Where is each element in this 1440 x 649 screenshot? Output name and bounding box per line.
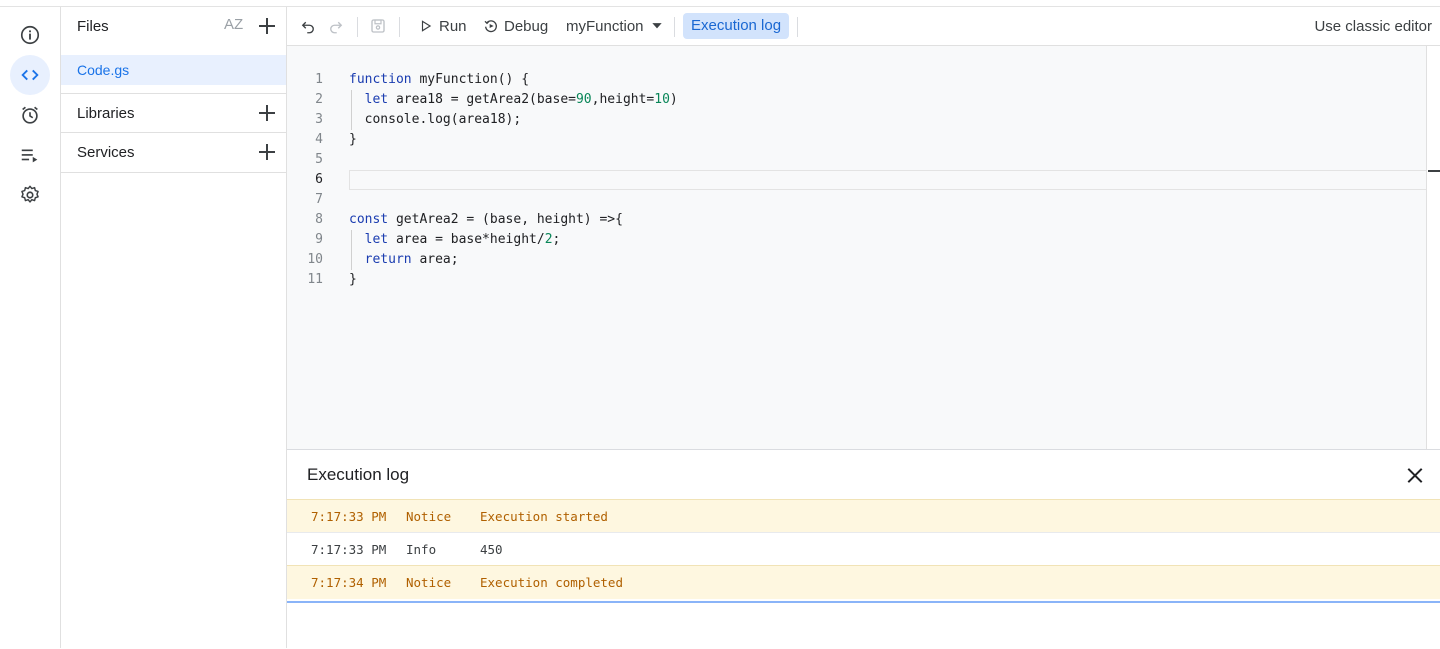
overview-button[interactable] bbox=[10, 15, 50, 55]
code-line: 6 bbox=[287, 170, 1427, 190]
log-row: 7:17:34 PM Notice Execution completed bbox=[287, 565, 1440, 599]
code-line: 1 function myFunction() { bbox=[287, 70, 1427, 90]
line-number: 10 bbox=[307, 252, 323, 267]
editor-scrollbar[interactable] bbox=[1426, 46, 1440, 449]
debug-icon bbox=[484, 20, 497, 33]
toolbar-divider bbox=[399, 17, 400, 37]
log-row: 7:17:33 PM Notice Execution started bbox=[287, 499, 1440, 533]
code-text: let area = base*height/2; bbox=[364, 232, 561, 247]
line-number: 7 bbox=[315, 192, 323, 207]
run-button[interactable]: Run bbox=[419, 7, 467, 45]
redo-button[interactable] bbox=[327, 7, 345, 45]
log-progress-bar bbox=[287, 601, 1440, 603]
toolbar-divider bbox=[357, 17, 358, 37]
code-line: 4 } bbox=[287, 130, 1427, 150]
files-header: Files AZ bbox=[61, 7, 286, 45]
executions-button[interactable] bbox=[10, 135, 50, 175]
code-text: console.log(area18); bbox=[349, 112, 522, 127]
code-text: let area18 = getArea2(base=90,height=10) bbox=[364, 92, 678, 107]
code-line: 3 console.log(area18); bbox=[287, 110, 1427, 130]
log-time: 7:17:33 PM bbox=[311, 542, 387, 557]
line-number: 6 bbox=[315, 172, 323, 187]
alarm-icon bbox=[22, 106, 38, 124]
services-section[interactable]: Services bbox=[61, 132, 286, 173]
dropdown-arrow-icon bbox=[651, 23, 662, 29]
gear-icon bbox=[21, 185, 39, 203]
toolbar-divider bbox=[797, 17, 798, 37]
scrollbar-cursor-marker bbox=[1428, 170, 1440, 172]
save-button[interactable] bbox=[369, 7, 387, 45]
log-message: Execution completed bbox=[480, 575, 623, 590]
undo-icon bbox=[301, 21, 314, 34]
use-classic-editor-button[interactable]: Use classic editor bbox=[1314, 18, 1432, 35]
line-number: 3 bbox=[315, 112, 323, 127]
services-label: Services bbox=[77, 144, 135, 161]
code-text: return area; bbox=[364, 252, 459, 267]
function-select-value: myFunction bbox=[566, 17, 644, 35]
add-service-icon[interactable] bbox=[256, 141, 278, 163]
line-number: 1 bbox=[315, 72, 323, 87]
info-icon bbox=[20, 25, 40, 45]
line-number: 2 bbox=[315, 92, 323, 107]
undo-button[interactable] bbox=[299, 7, 317, 45]
line-number: 8 bbox=[315, 212, 323, 227]
code-line: 7 bbox=[287, 190, 1427, 210]
code-editor[interactable]: 1 function myFunction() { 2 let area18 =… bbox=[287, 46, 1440, 449]
code-text: function myFunction() { bbox=[349, 72, 530, 87]
log-message: 450 bbox=[480, 542, 503, 557]
sort-az-icon[interactable]: AZ bbox=[224, 16, 246, 38]
debug-label: Debug bbox=[504, 17, 549, 35]
line-number: 9 bbox=[315, 232, 323, 247]
execution-log-title: Execution log bbox=[307, 465, 410, 484]
log-time: 7:17:33 PM bbox=[311, 509, 387, 524]
code-line: 5 bbox=[287, 150, 1427, 170]
libraries-section[interactable]: Libraries bbox=[61, 93, 286, 133]
add-file-icon[interactable] bbox=[256, 15, 278, 37]
file-name: Code.gs bbox=[77, 62, 130, 78]
save-icon bbox=[371, 19, 385, 33]
function-select[interactable]: myFunction bbox=[566, 7, 664, 45]
libraries-label: Libraries bbox=[77, 105, 135, 122]
log-severity: Notice bbox=[406, 509, 452, 524]
code-text: const getArea2 = (base, height) =>{ bbox=[349, 212, 623, 227]
code-line: 8 const getArea2 = (base, height) =>{ bbox=[287, 210, 1427, 230]
file-item-code-gs[interactable]: Code.gs bbox=[61, 55, 286, 85]
settings-button[interactable] bbox=[10, 175, 50, 215]
code-line: 10 return area; bbox=[287, 250, 1427, 270]
code-line: 9 let area = base*height/2; bbox=[287, 230, 1427, 250]
line-number: 4 bbox=[315, 132, 323, 147]
editor-toolbar: Run Debug myFunction Execution log Use c… bbox=[287, 7, 1440, 46]
line-number: 5 bbox=[315, 152, 323, 167]
log-time: 7:17:34 PM bbox=[311, 575, 387, 590]
debug-button[interactable]: Debug bbox=[483, 7, 548, 45]
line-number: 11 bbox=[307, 272, 323, 287]
editor-button[interactable] bbox=[10, 55, 50, 95]
code-line: 2 let area18 = getArea2(base=90,height=1… bbox=[287, 90, 1427, 110]
code-text: } bbox=[349, 272, 357, 287]
toolbar-divider bbox=[674, 17, 675, 37]
log-row: 7:17:33 PM Info 450 bbox=[287, 532, 1440, 566]
files-panel: Files AZ Code.gs Libraries Services bbox=[61, 7, 287, 648]
execution-log-panel: Execution log 7:17:33 PM Notice Executio… bbox=[287, 449, 1440, 649]
files-title: Files bbox=[77, 18, 109, 35]
log-severity: Info bbox=[406, 542, 437, 557]
redo-icon bbox=[330, 21, 343, 34]
play-icon bbox=[421, 20, 432, 32]
code-line: 11 } bbox=[287, 270, 1427, 290]
code-text: } bbox=[349, 132, 357, 147]
run-label: Run bbox=[439, 17, 467, 35]
playlist-icon bbox=[21, 149, 38, 163]
log-message: Execution started bbox=[480, 509, 608, 524]
log-severity: Notice bbox=[406, 575, 452, 590]
left-nav-rail bbox=[0, 7, 61, 648]
triggers-button[interactable] bbox=[10, 95, 50, 135]
execution-log-button[interactable]: Execution log bbox=[683, 13, 790, 39]
close-icon[interactable] bbox=[1405, 465, 1425, 485]
window-top-border bbox=[0, 0, 1440, 7]
code-icon bbox=[21, 69, 39, 81]
add-library-icon[interactable] bbox=[256, 102, 278, 124]
